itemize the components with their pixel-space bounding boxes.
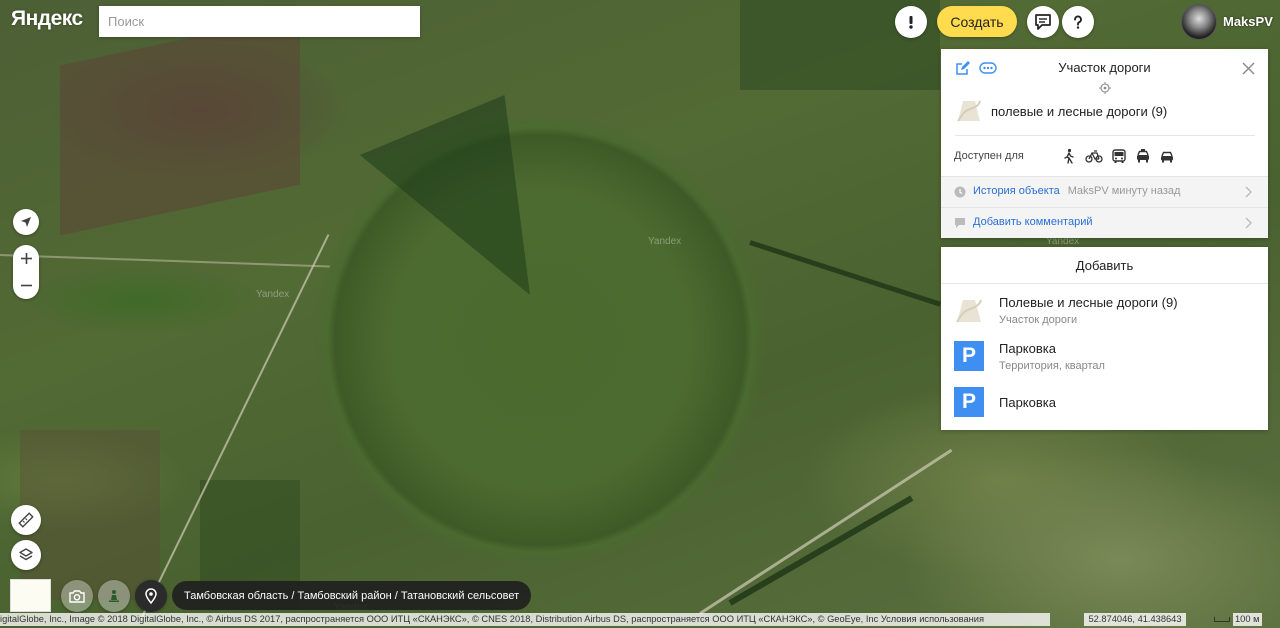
feedback-button[interactable]	[1027, 6, 1059, 38]
object-editor-panel: Участок дороги полевые и лесные дороги (…	[941, 49, 1268, 238]
chevron-right-icon	[1245, 186, 1252, 198]
panorama-button[interactable]	[61, 580, 93, 612]
places-button[interactable]	[135, 580, 167, 612]
car-icon[interactable]	[1159, 148, 1175, 164]
add-comment-row[interactable]: Добавить комментарий	[941, 207, 1268, 238]
add-item-title: Полевые и лесные дороги (9)	[999, 295, 1178, 310]
username[interactable]: MaksPV	[1223, 14, 1273, 29]
road	[0, 254, 330, 268]
traffic-button[interactable]	[98, 580, 130, 612]
treeline	[749, 240, 941, 307]
copyright-attribution: igitalGlobe, Inc., Image © 2018 DigitalG…	[0, 613, 1050, 626]
category-label[interactable]: полевые и лесные дороги (9)	[991, 104, 1167, 119]
layers-icon	[19, 548, 33, 561]
chevron-right-icon	[1245, 217, 1252, 229]
avatar[interactable]	[1181, 4, 1217, 40]
map-watermark: Yandex	[256, 289, 290, 300]
camera-icon	[69, 590, 85, 603]
center-on-object-button[interactable]	[1099, 82, 1111, 97]
bicycle-icon[interactable]	[1085, 148, 1103, 164]
add-item-subtitle: Участок дороги	[999, 314, 1078, 326]
scale-label: 100 м	[1233, 613, 1262, 626]
add-item-subtitle: Территория, квартал	[999, 360, 1105, 372]
ruler-icon	[18, 512, 34, 528]
taxi-icon[interactable]	[1135, 148, 1151, 164]
divider	[955, 135, 1255, 136]
yandex-logo[interactable]: Яндекс	[11, 7, 83, 31]
add-comment-label: Добавить комментарий	[973, 216, 1093, 228]
history-text: История объекта MaksPV минуту назад	[973, 185, 1180, 197]
exclamation-icon	[909, 16, 913, 29]
plowed-field	[20, 430, 160, 600]
minus-icon	[20, 284, 32, 287]
comment-icon	[955, 218, 965, 228]
zoom-control	[13, 245, 39, 299]
add-panel-title: Добавить	[941, 247, 1268, 284]
add-item-title: Парковка	[999, 341, 1056, 356]
road-section-icon	[956, 299, 982, 323]
add-item-parking-territory[interactable]: P Парковка Территория, квартал	[941, 334, 1268, 380]
alert-button[interactable]	[895, 6, 927, 38]
plus-icon	[20, 253, 32, 264]
object-history-row[interactable]: История объекта MaksPV минуту назад	[941, 176, 1268, 207]
location-breadcrumbs[interactable]: Тамбовская область / Тамбовский район / …	[172, 581, 532, 610]
access-label: Доступен для	[954, 150, 1024, 162]
treeline	[728, 495, 914, 606]
target-icon	[1099, 82, 1111, 94]
add-item-parking[interactable]: P Парковка	[941, 380, 1268, 426]
close-button[interactable]	[1242, 62, 1255, 78]
question-icon	[1074, 15, 1082, 29]
bus-icon[interactable]	[1111, 148, 1127, 164]
clock-icon	[954, 186, 966, 198]
map-watermark: Yandex	[648, 236, 682, 247]
scale-bar: 100 м	[1214, 613, 1262, 626]
scale-ruler	[1214, 617, 1230, 622]
road-section-icon	[957, 100, 981, 122]
panel-title: Участок дороги	[1058, 60, 1151, 75]
pedestrian-icon[interactable]	[1061, 148, 1077, 164]
dark-field	[360, 95, 530, 295]
close-icon	[1242, 62, 1255, 75]
add-item-title: Парковка	[999, 395, 1056, 410]
attribution-text: igitalGlobe, Inc., Image © 2018 DigitalG…	[0, 614, 879, 624]
people-icon	[109, 590, 119, 602]
plowed-field	[60, 14, 300, 236]
create-button[interactable]: Создать	[937, 6, 1017, 37]
history-meta: MaksPV минуту назад	[1067, 185, 1181, 197]
history-label: История объекта	[973, 185, 1060, 197]
zoom-in-button[interactable]	[13, 245, 39, 272]
terms-link[interactable]: Условия использования	[881, 614, 984, 624]
chat-icon	[1035, 14, 1051, 30]
parking-icon: P	[954, 387, 984, 417]
location-arrow-icon	[21, 217, 31, 227]
parking-icon: P	[954, 341, 984, 371]
pin-icon	[145, 588, 157, 604]
road	[699, 448, 953, 615]
access-icons	[1061, 148, 1175, 164]
add-object-panel: Добавить Полевые и лесные дороги (9) Уча…	[941, 247, 1268, 430]
add-item-road-section[interactable]: Полевые и лесные дороги (9) Участок доро…	[941, 287, 1268, 333]
ruler-button[interactable]	[11, 505, 41, 535]
coordinates-readout[interactable]: 52.874046, 41.438643	[1084, 613, 1186, 626]
search-input[interactable]	[99, 6, 420, 37]
geolocation-button[interactable]	[13, 209, 39, 235]
zoom-out-button[interactable]	[13, 272, 39, 299]
help-button[interactable]	[1062, 6, 1094, 38]
layers-button[interactable]	[11, 540, 41, 570]
map-type-thumbnail[interactable]	[10, 579, 51, 612]
